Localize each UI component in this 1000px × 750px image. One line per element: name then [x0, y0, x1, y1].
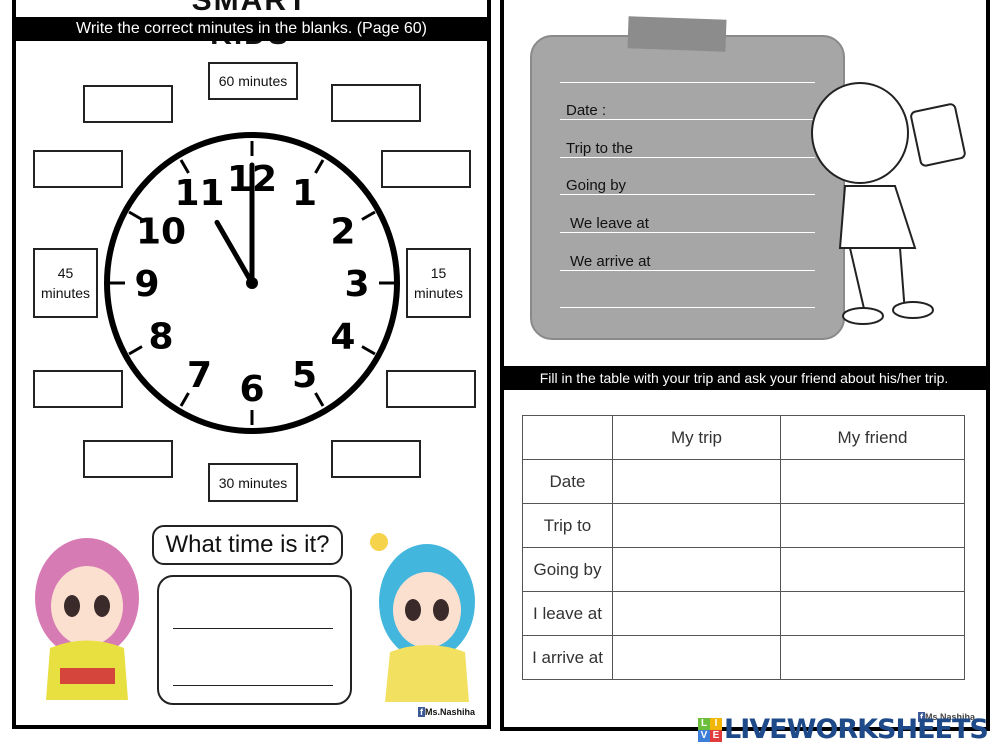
badge-letter: I [710, 718, 722, 730]
clock-number: 3 [344, 264, 369, 305]
label-60-minutes: 60 minutes [208, 62, 298, 100]
boy-with-ticket-illustration [811, 82, 966, 325]
my-leave-at-cell[interactable] [612, 591, 781, 636]
friend-leave-at-cell[interactable] [780, 591, 965, 636]
table-instruction-bar: Fill in the table with your trip and ask… [502, 366, 986, 390]
card-line-top [560, 65, 815, 83]
clock-number: 2 [330, 212, 355, 253]
label-15-minutes: 15 minutes [406, 248, 471, 318]
table-row: Trip to [522, 503, 965, 548]
clock-number: 10 [136, 212, 186, 253]
speech-bubble-question: What time is it? [152, 525, 343, 565]
girl-blue-hijab-illustration [370, 533, 475, 702]
my-trip-date-cell[interactable] [612, 459, 781, 504]
my-trip-to-cell[interactable] [612, 503, 781, 548]
card-line-trip: Trip to the [560, 140, 815, 158]
table-row: Going by [522, 547, 965, 592]
answer-line-1 [173, 628, 333, 629]
my-going-by-cell[interactable] [612, 547, 781, 592]
clock-center [246, 277, 258, 289]
trip-table: My trip My friend Date Trip to Going by … [522, 415, 965, 680]
answer-blank-25[interactable] [331, 440, 421, 478]
liveworksheets-badge: LIVE [698, 718, 722, 742]
header-my-trip: My trip [612, 415, 781, 460]
row-label: Going by [522, 547, 613, 592]
header-empty [522, 415, 613, 460]
row-label: I leave at [522, 591, 613, 636]
card-line-leave: We leave at [560, 215, 815, 233]
clock-face: 12 1234567891011 [104, 132, 400, 434]
card-line-bottom [560, 290, 815, 308]
friend-arrive-at-cell[interactable] [780, 635, 965, 680]
facebook-icon: f [418, 707, 425, 717]
badge-letter: E [710, 730, 722, 742]
credit-facebook: f Ms.Nashiha [418, 707, 476, 717]
girl-pink-hijab-illustration [35, 538, 139, 700]
answer-line-2 [173, 685, 333, 686]
friend-going-by-cell[interactable] [780, 547, 965, 592]
liveworksheets-logo: LIVEWORKSHEETS [724, 714, 989, 745]
answer-blank-55[interactable] [83, 85, 173, 123]
clock-number: 9 [134, 264, 159, 305]
badge-letter: V [698, 730, 710, 742]
card-line-going: Going by [560, 177, 815, 195]
clock-number: 5 [292, 355, 317, 396]
label-30-minutes: 30 minutes [208, 463, 298, 502]
table-row: Date [522, 459, 965, 504]
badge-letter: L [698, 718, 710, 730]
row-label: Trip to [522, 503, 613, 548]
clock-number: 6 [239, 369, 264, 410]
my-arrive-at-cell[interactable] [612, 635, 781, 680]
instruction-bar: Write the correct minutes in the blanks.… [14, 17, 489, 41]
table-row: I leave at [522, 591, 965, 636]
row-label: I arrive at [522, 635, 613, 680]
clock-number: 8 [149, 317, 174, 358]
friend-date-cell[interactable] [780, 459, 965, 504]
clock-number: 11 [174, 173, 224, 214]
friend-trip-to-cell[interactable] [780, 503, 965, 548]
clock-number: 1 [292, 173, 317, 214]
table-row: I arrive at [522, 635, 965, 680]
answer-blank-35[interactable] [83, 440, 173, 478]
clock-number: 4 [330, 317, 355, 358]
header-my-friend: My friend [780, 415, 965, 460]
answer-blank-5[interactable] [331, 84, 421, 122]
tape-decoration [627, 16, 727, 52]
row-label: Date [522, 459, 613, 504]
card-line-date: Date : [560, 102, 815, 120]
label-45-minutes: 45 minutes [33, 248, 98, 318]
table-header-row: My trip My friend [522, 415, 965, 460]
clock-number: 7 [187, 355, 212, 396]
card-line-arrive: We arrive at [560, 253, 815, 271]
